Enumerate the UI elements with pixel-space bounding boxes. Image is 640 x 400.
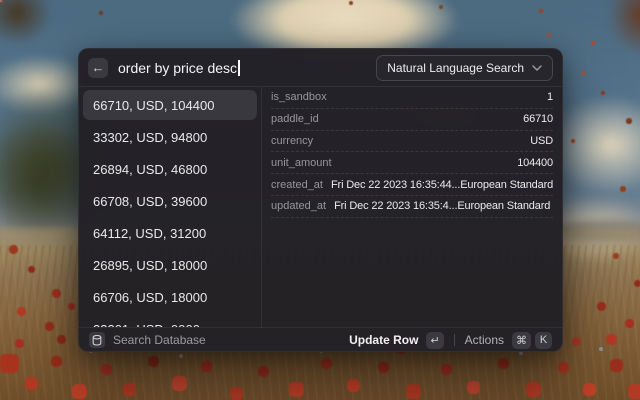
list-item[interactable]: 26895, USD, 18000: [83, 250, 257, 280]
back-arrow-icon: ←: [92, 61, 105, 74]
list-item-label: 66706, USD, 18000: [93, 290, 207, 305]
divider: [454, 334, 455, 346]
database-icon: [89, 332, 105, 348]
search-mode-label: Natural Language Search: [387, 61, 524, 75]
list-item-label: 26894, USD, 46800: [93, 162, 207, 177]
update-row-button[interactable]: Update Row: [349, 333, 418, 347]
detail-value: 1: [547, 91, 553, 103]
detail-key: unit_amount: [271, 157, 332, 169]
detail-value: 66710: [523, 113, 553, 125]
detail-row: paddle_id 66710: [271, 109, 553, 131]
shortcut-key-badge: K: [535, 332, 552, 349]
list-item[interactable]: 26894, USD, 46800: [83, 154, 257, 184]
detail-key: is_sandbox: [271, 91, 327, 103]
search-input-value: order by price desc: [118, 60, 237, 76]
detail-row: created_at Fri Dec 22 2023 16:35:44...Eu…: [271, 174, 553, 196]
database-glyph: [92, 335, 102, 346]
detail-key: paddle_id: [271, 113, 319, 125]
list-item-label: 26895, USD, 18000: [93, 258, 207, 273]
search-mode-dropdown[interactable]: Natural Language Search: [376, 55, 553, 81]
extension-name: Search Database: [113, 333, 206, 347]
list-item-label: 33302, USD, 94800: [93, 130, 207, 145]
action-bar: Search Database Update Row ↵ Actions ⌘K: [79, 327, 562, 352]
detail-value: 104400: [517, 157, 553, 169]
wildflowers: [0, 0, 2, 2]
detail-row: currency USD: [271, 131, 553, 153]
detail-key: updated_at: [271, 200, 326, 212]
screen: ← order by price desc Natural Language S…: [0, 0, 640, 400]
result-list: 66710, USD, 104400 33302, USD, 94800 268…: [79, 87, 262, 327]
list-item-label: 33301, USD, 9900: [93, 322, 200, 328]
detail-value: Fri Dec 22 2023 16:35:44...European Stan…: [331, 179, 553, 191]
list-item[interactable]: 66708, USD, 39600: [83, 186, 257, 216]
content-area: 66710, USD, 104400 33302, USD, 94800 268…: [79, 87, 562, 327]
detail-value: Fri Dec 22 2023 16:35:4...European Stand…: [334, 200, 553, 212]
detail-key: created_at: [271, 179, 323, 191]
text-caret: [238, 60, 240, 76]
detail-row: unit_amount 104400: [271, 152, 553, 174]
enter-key-badge: ↵: [426, 332, 443, 349]
list-item[interactable]: 64112, USD, 31200: [83, 218, 257, 248]
list-item[interactable]: 66710, USD, 104400: [83, 90, 257, 120]
tree-branch: [0, 0, 52, 45]
search-input[interactable]: order by price desc: [118, 60, 366, 76]
actions-button[interactable]: Actions: [465, 333, 504, 347]
details-pane: is_sandbox 1 paddle_id 66710 currency US…: [262, 87, 562, 327]
back-button[interactable]: ←: [88, 58, 108, 78]
list-item-label: 66708, USD, 39600: [93, 194, 207, 209]
detail-row: is_sandbox 1: [271, 87, 553, 109]
search-header: ← order by price desc Natural Language S…: [79, 49, 562, 87]
list-item[interactable]: 66706, USD, 18000: [83, 282, 257, 312]
detail-row: updated_at Fri Dec 22 2023 16:35:4...Eur…: [271, 196, 553, 218]
shortcut-key-badge: ⌘: [512, 332, 531, 349]
list-item[interactable]: 33302, USD, 94800: [83, 122, 257, 152]
detail-key: currency: [271, 135, 313, 147]
tree-foliage: [608, 0, 640, 55]
list-item[interactable]: 33301, USD, 9900: [83, 314, 257, 327]
list-item-label: 66710, USD, 104400: [93, 98, 214, 113]
list-item-label: 64112, USD, 31200: [93, 226, 206, 241]
detail-value: USD: [530, 135, 553, 147]
chevron-down-icon: [532, 65, 542, 71]
actions-shortcut: ⌘K: [512, 332, 552, 349]
launcher-window: ← order by price desc Natural Language S…: [78, 48, 563, 352]
